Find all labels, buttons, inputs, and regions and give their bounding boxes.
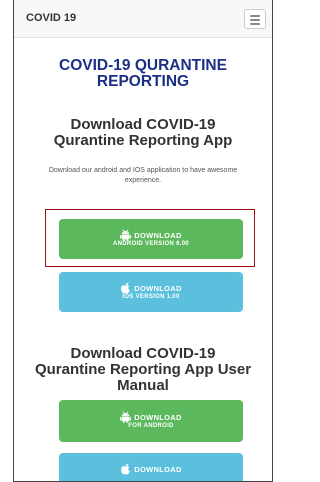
download-ios-manual-button[interactable]: DOWNLOAD bbox=[59, 453, 243, 481]
download-ios-sublabel: IOS VERSION 1.00 bbox=[122, 294, 180, 300]
download-android-manual-sublabel: FOR ANDROID bbox=[128, 423, 174, 429]
download-android-app-button[interactable]: DOWNLOAD ANDROID VERSION 6.00 bbox=[59, 219, 243, 259]
download-ios-label: DOWNLOAD bbox=[134, 283, 182, 293]
download-ios-manual-label: DOWNLOAD bbox=[134, 464, 182, 474]
download-android-label: DOWNLOAD bbox=[134, 230, 182, 240]
navbar-brand[interactable]: COVID 19 bbox=[26, 12, 76, 24]
app-section-description: Download our android and IOS application… bbox=[48, 167, 238, 184]
apple-icon bbox=[121, 282, 131, 294]
apple-icon bbox=[121, 463, 131, 475]
manual-section-heading: Download COVID-19 Qurantine Reporting Ap… bbox=[34, 345, 252, 394]
app-frame: COVID 19 COVID-19 QURANTINE REPORTING Do… bbox=[13, 0, 273, 482]
download-ios-app-button[interactable]: DOWNLOAD IOS VERSION 1.00 bbox=[59, 272, 243, 312]
android-icon bbox=[120, 411, 132, 423]
download-android-sublabel: ANDROID VERSION 6.00 bbox=[112, 241, 190, 247]
download-android-manual-label: DOWNLOAD bbox=[134, 412, 182, 422]
hamburger-menu-icon[interactable] bbox=[244, 9, 266, 29]
page-title: COVID-19 QURANTINE REPORTING bbox=[59, 57, 227, 90]
navbar: COVID 19 bbox=[14, 0, 272, 38]
download-android-manual-button[interactable]: DOWNLOAD FOR ANDROID bbox=[59, 400, 243, 442]
android-icon bbox=[120, 229, 132, 241]
app-section-heading: Download COVID-19 Qurantine Reporting Ap… bbox=[53, 116, 233, 149]
